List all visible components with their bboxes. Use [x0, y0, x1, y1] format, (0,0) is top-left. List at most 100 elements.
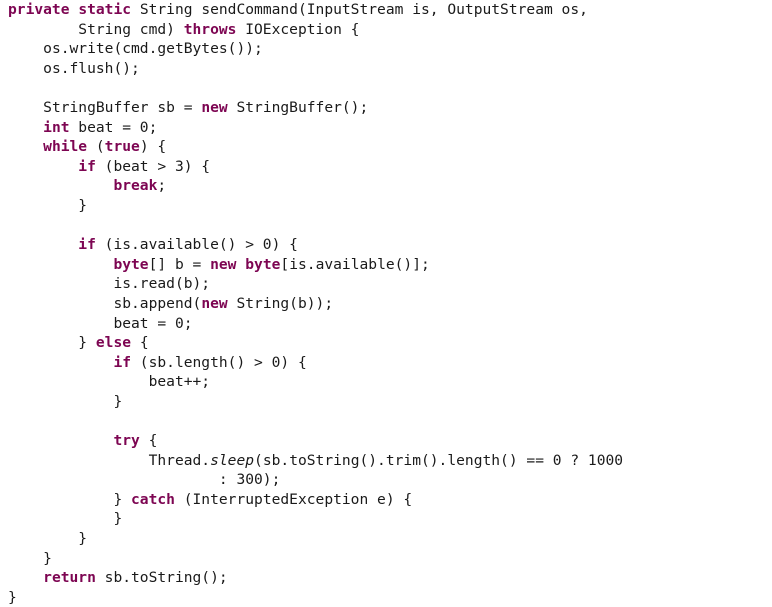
- code-line[interactable]: byte[] b = new byte[is.available()];: [0, 255, 772, 275]
- code-text: (: [87, 138, 105, 156]
- code-text: StringBuffer();: [227, 98, 369, 116]
- code-line[interactable]: }: [0, 509, 772, 529]
- code-line[interactable]: private static String sendCommand(InputS…: [0, 0, 772, 20]
- code-keyword: true: [104, 138, 140, 156]
- code-line[interactable]: beat = 0;: [0, 314, 772, 334]
- code-keyword: if: [113, 353, 132, 371]
- code-line[interactable]: os.write(cmd.getBytes());: [0, 39, 772, 59]
- code-text: String sendCommand(InputStream is, Outpu…: [131, 1, 588, 18]
- code-line[interactable]: StringBuffer sb = new StringBuffer();: [0, 98, 772, 118]
- code-text: os.flush();: [43, 59, 140, 77]
- code-keyword: try: [113, 432, 140, 450]
- code-line[interactable]: os.flush();: [0, 59, 772, 79]
- code-keyword: new: [201, 294, 228, 312]
- code-blank-line[interactable]: [0, 216, 772, 236]
- code-line[interactable]: try {: [0, 431, 772, 451]
- code-viewer[interactable]: private static String sendCommand(InputS…: [0, 0, 772, 606]
- code-keyword: catch: [131, 490, 175, 508]
- code-text: Thread.: [148, 451, 211, 469]
- code-line[interactable]: String cmd) throws IOException {: [0, 20, 772, 40]
- code-line[interactable]: : 300);: [0, 470, 772, 490]
- code-text: String cmd): [78, 20, 184, 38]
- code-line[interactable]: int beat = 0;: [0, 118, 772, 138]
- code-keyword: if: [78, 236, 96, 254]
- code-line[interactable]: }: [0, 196, 772, 216]
- code-text: }: [113, 490, 132, 508]
- code-line[interactable]: } else {: [0, 333, 772, 353]
- code-blank-line[interactable]: [0, 411, 772, 431]
- code-keyword: throws: [183, 20, 237, 38]
- code-line[interactable]: }: [0, 588, 772, 607]
- code-line[interactable]: }: [0, 549, 772, 569]
- code-text: }: [78, 530, 88, 548]
- code-text: (beat > 3) {: [95, 157, 211, 175]
- code-line[interactable]: while (true) {: [0, 137, 772, 157]
- code-text: }: [78, 196, 88, 214]
- code-text: String(b));: [227, 294, 334, 312]
- code-text: (is.available() > 0) {: [95, 236, 298, 254]
- code-line[interactable]: }: [0, 529, 772, 549]
- code-line[interactable]: break;: [0, 176, 772, 196]
- code-text: [] b =: [148, 255, 211, 273]
- code-keyword: byte: [245, 255, 281, 273]
- code-text: [is.available()];: [280, 255, 430, 273]
- code-text: }: [43, 549, 52, 567]
- code-text: ) {: [139, 138, 167, 156]
- code-line[interactable]: if (beat > 3) {: [0, 157, 772, 177]
- code-text: {: [139, 432, 158, 450]
- code-blank-line[interactable]: [0, 78, 772, 98]
- code-text: (InterruptedException e) {: [174, 490, 413, 508]
- code-text: }: [113, 510, 123, 528]
- code-line[interactable]: }: [0, 392, 772, 412]
- code-text: }: [78, 334, 96, 352]
- code-text: }: [113, 392, 123, 410]
- code-keyword: while: [43, 138, 88, 156]
- code-line[interactable]: if (sb.length() > 0) {: [0, 353, 772, 373]
- code-text: os.write(cmd.getBytes());: [43, 40, 263, 58]
- code-keyword: int: [43, 118, 70, 136]
- code-keyword: private: [8, 1, 70, 18]
- code-text: beat++;: [148, 373, 211, 391]
- code-line[interactable]: } catch (InterruptedException e) {: [0, 490, 772, 510]
- code-keyword: else: [95, 334, 132, 352]
- code-line[interactable]: sb.append(new String(b));: [0, 294, 772, 314]
- code-text: ;: [157, 177, 167, 195]
- code-text: IOException {: [236, 20, 360, 38]
- code-keyword: break: [113, 177, 158, 195]
- code-keyword: if: [78, 157, 96, 175]
- code-line[interactable]: if (is.available() > 0) {: [0, 235, 772, 255]
- code-text: sb.append(: [113, 294, 202, 312]
- code-line[interactable]: return sb.toString();: [0, 568, 772, 588]
- code-lines-container: private static String sendCommand(InputS…: [0, 0, 772, 607]
- code-keyword: return: [43, 569, 96, 587]
- code-line[interactable]: is.read(b);: [0, 274, 772, 294]
- code-text: sb.toString();: [95, 569, 228, 587]
- code-line[interactable]: Thread.sleep(sb.toString().trim().length…: [0, 451, 772, 471]
- code-line[interactable]: beat++;: [0, 372, 772, 392]
- code-text: {: [131, 334, 149, 352]
